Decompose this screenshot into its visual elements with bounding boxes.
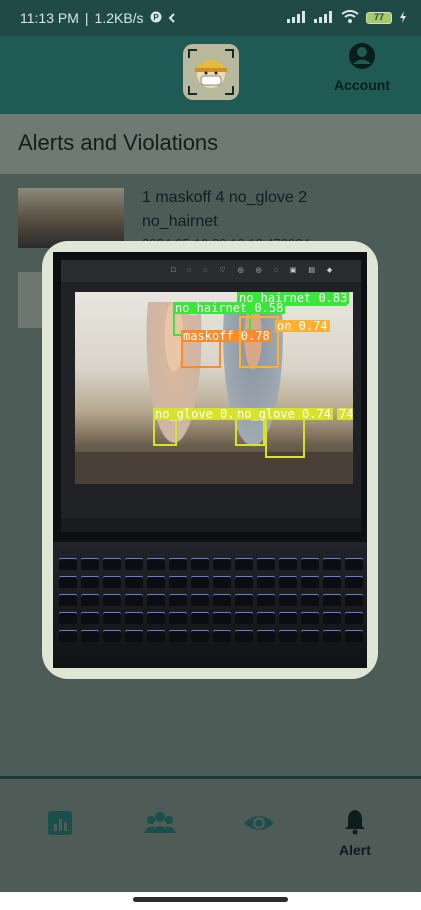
people-icon: [144, 812, 176, 833]
status-bar: 11:13 PM | 1.2KB/s P 77: [0, 0, 421, 36]
account-label: Account: [334, 77, 390, 93]
app-logo: [183, 44, 239, 100]
detection-box: [265, 418, 305, 458]
alert-thumbnail[interactable]: [18, 188, 124, 248]
eye-icon: [244, 816, 274, 830]
battery-icon: 77: [366, 12, 392, 24]
status-speed: 1.2KB/s: [94, 10, 144, 26]
detection-label: no_glove 0.: [153, 407, 237, 421]
account-icon: [349, 43, 375, 69]
detection-label: no_hairnet 0.58: [173, 301, 286, 315]
detection-label: on 0.74: [275, 319, 330, 333]
alert-summary: 1 maskoff 4 no_glove 2 no_hairnet: [142, 189, 308, 230]
nav-item-dashboard[interactable]: [46, 809, 74, 842]
nav-item-people[interactable]: [144, 809, 176, 842]
nav-item-watch[interactable]: [243, 809, 275, 842]
signal-icon: [287, 10, 307, 26]
detection-box: [239, 316, 279, 368]
chart-icon: [48, 811, 72, 835]
taskbar: [61, 518, 361, 532]
status-time: 11:13 PM: [20, 10, 79, 26]
kitchen-photo: no_hairnet 0.83 no_hairnet 0.58 maskoff …: [75, 292, 353, 484]
app-bar: Account: [0, 36, 421, 114]
nav-item-alert[interactable]: Alert: [339, 807, 371, 858]
bell-icon: [344, 810, 365, 835]
account-button[interactable]: Account: [327, 42, 397, 93]
bottom-nav: Alert: [0, 779, 421, 892]
page-title: Alerts and Violations: [18, 130, 219, 155]
arrow-icon: [168, 10, 176, 26]
laptop-keyboard: [53, 542, 367, 668]
home-handle[interactable]: [133, 897, 288, 902]
notification-icon: P: [150, 10, 162, 26]
wifi-icon: [341, 10, 359, 26]
signal-icon: [314, 10, 334, 26]
charging-icon: [399, 10, 407, 26]
svg-text:P: P: [153, 13, 159, 22]
nav-alert-label: Alert: [339, 842, 371, 858]
detection-label: 74: [337, 408, 353, 420]
detection-image: □ ◌ ◌ ♡ ◎ ◎ ◌ ▣ ▤ ◆ no_hairnet 0.83 no_h…: [53, 252, 367, 668]
monitor: □ ◌ ◌ ♡ ◎ ◎ ◌ ▣ ▤ ◆ no_hairnet 0.83 no_h…: [53, 252, 367, 542]
